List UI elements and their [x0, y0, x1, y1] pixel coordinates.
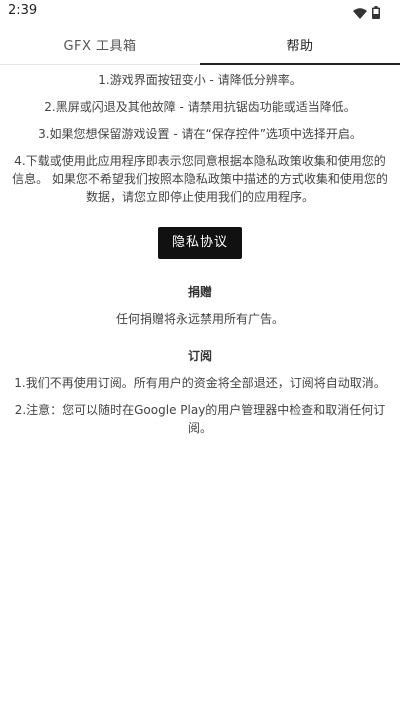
privacy-policy-button[interactable]: 隐私协议: [157, 227, 242, 259]
help-item-4: 4.下载或使用此应用程序即表示您同意根据本隐私政策收集和使用您的信息。 如果您不…: [12, 154, 388, 204]
tab-gfx-toolbox[interactable]: GFX 工具箱: [0, 24, 200, 64]
wifi-icon: [353, 4, 367, 23]
status-bar: 2:39: [0, 0, 400, 24]
help-item-3: 3.如果您想保留游戏设置 - 请在“保存控件”选项中选择开启。: [38, 127, 362, 141]
help-item-2: 2.黑屏或闪退及其他故障 - 请禁用抗锯齿功能或适当降低。: [44, 100, 356, 114]
status-icons: [353, 4, 380, 23]
help-content: 1.游戏界面按钮变小 - 请降低分辨率。 2.黑屏或闪退及其他故障 - 请禁用抗…: [0, 65, 400, 437]
donation-title: 捐赠: [187, 285, 212, 299]
status-time: 2:39: [8, 3, 38, 18]
subscription-title: 订阅: [187, 349, 212, 363]
tab-help[interactable]: 帮助: [200, 24, 400, 65]
subscription-item-1: 1.我们不再使用订阅。所有用户的资金将全部退还，订阅将自动取消。: [14, 376, 386, 390]
donation-text: 任何捐赠将永远禁用所有广告。: [115, 312, 284, 326]
help-item-1: 1.游戏界面按钮变小 - 请降低分辨率。: [98, 73, 302, 87]
subscription-item-2: 2.注意：您可以随时在Google Play的用户管理器中检查和取消任何订阅。: [14, 403, 386, 435]
battery-icon: [372, 4, 380, 23]
tab-bar: GFX 工具箱 帮助: [0, 24, 400, 65]
